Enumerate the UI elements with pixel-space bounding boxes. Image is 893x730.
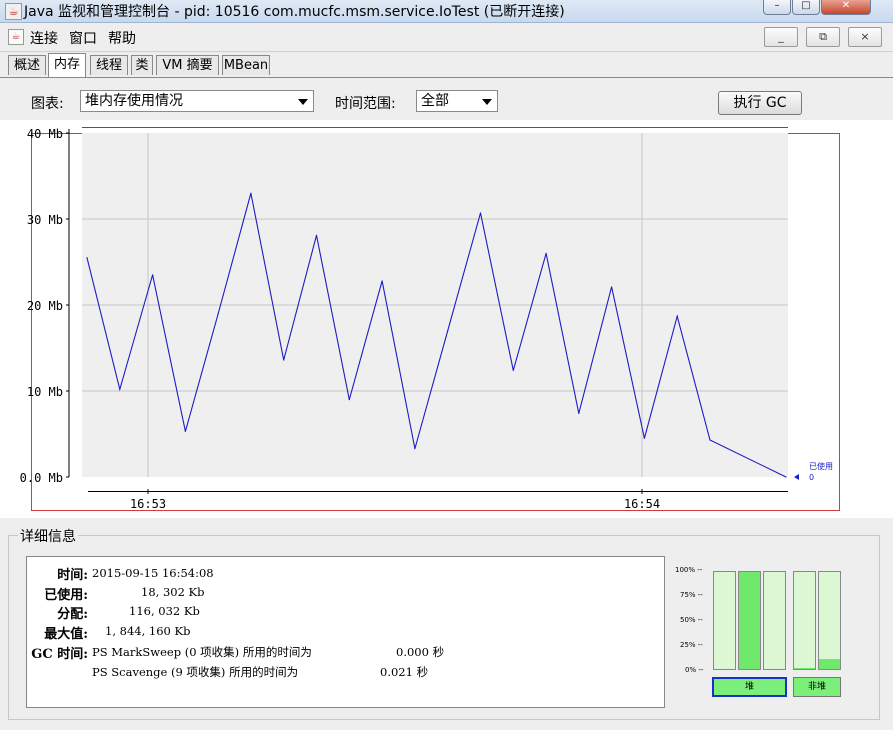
legend-value: 0 — [809, 473, 814, 482]
close-button[interactable]: ✕ — [821, 0, 871, 15]
y-tick-label: 0.0 Mb — [20, 471, 63, 485]
y-tick-label: 20 Mb — [27, 299, 63, 313]
tab-memory[interactable]: 内存 — [48, 53, 86, 77]
tab-vm-summary[interactable]: VM 摘要 — [156, 55, 219, 75]
heap-button[interactable]: 堆 — [712, 677, 787, 697]
pool-scale-100: 100% -- — [675, 566, 703, 574]
details-title: 详细信息 — [18, 526, 78, 546]
java-app-icon: ☕ — [8, 29, 24, 45]
max-value: 1, 844, 160 Kb — [105, 624, 191, 638]
pool-scale-50: 50% -- — [680, 616, 703, 624]
gc-marksweep-name: PS MarkSweep (0 项收集) 所用的时间为 — [92, 645, 312, 659]
data-point — [611, 286, 613, 288]
legend-label: 已使用 — [809, 461, 833, 471]
chart-select[interactable]: 堆内存使用情况 — [80, 90, 314, 112]
chart-label: 图表: — [31, 96, 64, 112]
data-point — [676, 315, 678, 317]
tab-mbean[interactable]: MBean — [222, 55, 270, 75]
nonheap-button[interactable]: 非堆 — [793, 677, 841, 697]
data-point — [315, 234, 318, 236]
y-tick-label: 10 Mb — [27, 385, 63, 399]
tab-overview[interactable]: 概述 — [8, 55, 46, 75]
data-point — [381, 280, 383, 282]
heap-pool-bar-survivor[interactable] — [738, 571, 761, 670]
data-point — [709, 439, 711, 441]
legend-marker — [794, 474, 799, 480]
menu-connection[interactable]: 连接 — [30, 28, 58, 48]
data-point — [447, 330, 449, 332]
y-tick-label: 30 Mb — [27, 213, 63, 227]
time-range-select[interactable]: 全部 — [416, 90, 498, 112]
data-point — [348, 399, 350, 401]
data-point — [217, 313, 219, 315]
data-point — [283, 359, 285, 361]
memory-chart: 0.0 Mb 10 Mb 20 Mb 30 Mb 40 Mb 16:53 16:54 已使用 0 — [0, 120, 893, 518]
heap-pool-bar-eden[interactable] — [713, 571, 736, 670]
used-value: 18, 302 Kb — [141, 585, 205, 599]
tab-classes[interactable]: 类 — [131, 55, 153, 75]
pool-scale-0: 0% -- — [685, 666, 704, 674]
data-point — [479, 212, 482, 214]
gc-marksweep-time: 0.000 秒 — [396, 645, 445, 659]
pool-scale-75: 75% -- — [680, 591, 703, 599]
data-point — [119, 388, 121, 390]
data-point — [578, 412, 580, 414]
time-range-label: 时间范围: — [335, 96, 396, 112]
heap-pool-bar-old[interactable] — [763, 571, 786, 670]
data-point — [151, 274, 154, 276]
max-label: 最大值: — [44, 627, 88, 642]
data-point — [414, 448, 416, 450]
data-point — [250, 192, 252, 194]
gc-scavenge-name: PS Scavenge (9 项收集) 所用的时间为 — [92, 665, 299, 679]
x-tick-label: 16:54 — [624, 497, 660, 511]
data-point — [785, 476, 787, 478]
data-point — [86, 257, 88, 259]
perform-gc-button[interactable]: 执行 GC — [718, 91, 802, 115]
internal-restore-button[interactable]: ⧉ — [806, 27, 840, 47]
allocated-label: 分配: — [57, 607, 88, 622]
window-title: Java 监视和管理控制台 - pid: 10516 com.mucfc.msm… — [24, 4, 565, 20]
menu-help[interactable]: 帮助 — [108, 28, 136, 48]
java-app-icon: ☕ — [5, 3, 22, 20]
time-range-value: 全部 — [421, 93, 449, 109]
gc-time-label: GC 时间: — [31, 647, 88, 662]
gc-scavenge-time: 0.021 秒 — [380, 665, 429, 679]
y-tick-label: 40 Mb — [27, 127, 63, 141]
internal-close-button[interactable]: × — [848, 27, 882, 47]
nonheap-pool-bar-2[interactable] — [818, 571, 841, 670]
chevron-down-icon — [298, 99, 308, 105]
x-tick-label: 16:53 — [130, 497, 166, 511]
data-point — [512, 369, 514, 371]
used-label: 已使用: — [44, 588, 88, 603]
memory-chart-svg: 0.0 Mb 10 Mb 20 Mb 30 Mb 40 Mb 16:53 16:54 已使用 0 — [20, 127, 840, 511]
chart-select-value: 堆内存使用情况 — [85, 93, 183, 109]
allocated-value: 116, 032 Kb — [129, 604, 200, 618]
tab-strip: 概述 内存 线程 类 VM 摘要 MBean ◀▶ — [0, 52, 893, 123]
pool-bar-fill — [794, 668, 815, 669]
menu-window[interactable]: 窗口 — [69, 28, 97, 48]
time-value: 2015-09-15 16:54:08 — [92, 566, 214, 580]
data-point — [545, 252, 547, 254]
minimize-button[interactable]: – — [763, 0, 791, 15]
data-point — [184, 430, 186, 433]
data-point — [643, 437, 646, 439]
window-title-bar: ☕ Java 监视和管理控制台 - pid: 10516 com.mucfc.m… — [0, 0, 893, 23]
chevron-down-icon — [482, 99, 492, 105]
time-label: 时间: — [57, 568, 88, 583]
internal-minimize-button[interactable]: _ — [764, 27, 798, 47]
nonheap-pool-bar-1[interactable] — [793, 571, 816, 670]
pool-bar-fill — [739, 572, 760, 669]
pool-scale-25: 25% -- — [680, 641, 703, 649]
pool-bar-fill — [819, 659, 840, 669]
menu-bar: ☕ 连接 窗口 帮助 _ ⧉ × — [0, 23, 893, 52]
tab-threads[interactable]: 线程 — [90, 55, 128, 75]
maximize-button[interactable]: □ — [792, 0, 820, 15]
